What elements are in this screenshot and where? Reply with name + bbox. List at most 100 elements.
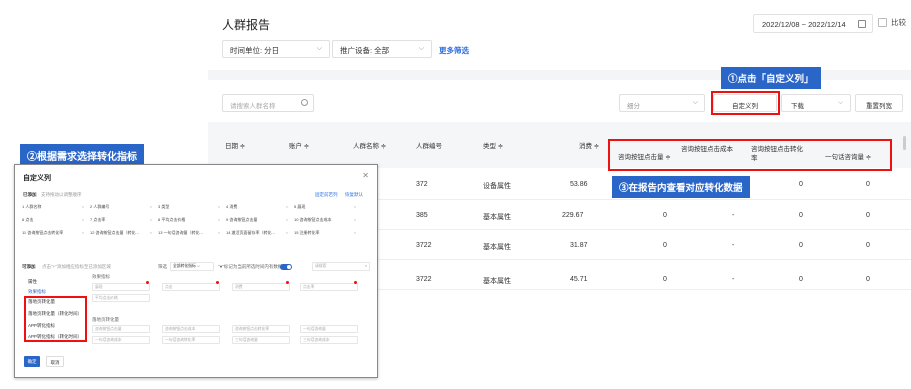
remove-icon[interactable]: × [354,204,356,209]
remove-icon[interactable]: × [218,204,220,209]
col-spend[interactable]: 消费 ≑ [579,140,599,150]
segment-select[interactable]: 细分 ⌵ [619,94,705,112]
cell-type: 基本属性 [483,278,511,285]
filter-value: 全部转化指标 [173,264,196,268]
metric-category-item[interactable]: 效果指标 [28,289,46,295]
remove-icon[interactable]: × [218,217,220,222]
metric-option[interactable]: 点击率 [300,283,358,291]
filter-label: 筛选 [158,264,167,269]
col-account[interactable]: 账户 ≑ [289,140,309,150]
added-column-chip[interactable]: 13 一句话咨询量（转化... × [158,230,222,237]
audience-search-input[interactable]: 请搜索人群名称 [222,94,314,112]
added-column-chip[interactable]: 14 激活页面留存率（转化... × [226,230,290,237]
metric-option[interactable]: 一句话咨询成本 [92,336,150,344]
remove-icon[interactable]: × [286,230,288,235]
metric-category-item[interactable]: APP转化指标（转化时间） [28,334,82,340]
remove-icon[interactable]: × [218,230,220,235]
table-header [208,122,911,168]
device-select[interactable]: 推广设备: 全部 ⌵ [332,40,432,58]
col-audience-name[interactable]: 人群名称 ≑ [353,140,386,150]
pin-columns-link[interactable]: 固定前若列 [315,192,338,198]
cell-type: 设备属性 [483,183,511,190]
cell-consult-cost: - [732,212,735,219]
metric-option[interactable]: 展现 [92,283,150,291]
segment-placeholder: 细分 [627,103,640,110]
remove-icon[interactable]: × [150,230,152,235]
added-column-chip[interactable]: 7 点击率 × [90,217,154,224]
conversion-filter-select[interactable]: 全部转化指标 ⌵ [170,262,214,271]
col-consult-rate[interactable]: 咨询按钮点击转化率 [751,145,803,163]
metric-option[interactable]: 点击 [162,283,220,291]
metric-option[interactable]: 一句话咨询量 [300,325,358,333]
added-label: 已添加 [23,192,37,197]
added-column-chip[interactable]: 15 注册转化率 × [294,230,358,237]
metric-option[interactable]: 咨询按钮点击转化率 [232,325,290,333]
col-consult-clicks[interactable]: 咨询按钮点击量 ≑ [618,151,671,161]
remove-icon[interactable]: × [286,204,288,209]
cell-one-sentence: 0 [866,276,870,283]
added-column-chip[interactable]: 2 人群编号 × [90,204,154,211]
added-column-chip[interactable]: 1 人群名称 × [22,204,86,211]
metric-option[interactable]: 三句话咨询量 [232,336,290,344]
added-column-chip[interactable]: 12 咨询按钮点击量（转化... × [90,230,154,237]
metric-option[interactable]: 咨询按钮点击成本 [162,325,220,333]
date-range-picker[interactable]: 2022/12/08 ~ 2022/12/14 [753,14,873,33]
metric-category-item[interactable]: 属性 [28,279,37,285]
more-filters-link[interactable]: 更多筛选 [439,45,469,56]
cell-type: 基本属性 [483,244,511,251]
cell-consult-rate: 0 [799,276,803,283]
chip-label: 7 点击率 [90,217,106,222]
metric-option[interactable]: 一句话咨询转化率 [162,336,220,344]
remove-icon[interactable]: × [82,230,84,235]
dialog-search-placeholder: 请搜索 [315,264,327,268]
custom-columns-button[interactable]: 自定义列 [713,94,777,112]
cell-one-sentence: 0 [866,242,870,249]
remove-icon[interactable]: × [150,204,152,209]
cell-consult-rate: 0 [799,212,803,219]
metric-option[interactable]: 咨询按钮点击量 [92,325,150,333]
metric-option[interactable]: 平均点击价格 [92,294,150,302]
remove-icon[interactable]: × [354,217,356,222]
restore-default-link[interactable]: 恢复默认 [345,192,363,198]
remove-icon[interactable]: × [82,204,84,209]
metric-option[interactable]: 消费 [232,283,290,291]
dialog-search-input[interactable]: 请搜索 ⌕ [312,262,370,271]
optional-hint: 点击"+"添加相应指标至已添加区域 [42,264,111,269]
horizontal-scrollbar[interactable] [903,136,906,150]
remove-icon[interactable]: × [150,217,152,222]
added-column-chip[interactable]: 11 咨询按钮点击转化率 × [22,230,86,237]
metric-category-item[interactable]: APP转化指标 [28,323,55,329]
added-column-chip[interactable]: 6 点击 × [22,217,86,224]
remove-icon[interactable]: × [286,217,288,222]
group-effect-title: 效果指标 [92,274,110,279]
col-type[interactable]: 类型 ≑ [483,140,503,150]
cell-one-sentence: 0 [866,212,870,219]
remove-icon[interactable]: × [354,230,356,235]
added-column-chip[interactable]: 3 类型 × [158,204,222,211]
metric-option[interactable]: 三句话咨询成本 [300,336,358,344]
optional-label: 可添加 [22,264,36,269]
chip-label: 10 咨询按钮点击成本 [294,217,332,222]
added-column-chip[interactable]: 9 咨询按钮点击量 × [226,217,290,224]
added-column-chip[interactable]: 8 平均点击价格 × [158,217,222,224]
has-data-toggle[interactable] [280,264,292,270]
time-unit-select[interactable]: 时间单位: 分日 ⌵ [222,40,330,58]
confirm-button[interactable]: 确定 [24,356,40,367]
has-data-dot [216,281,219,284]
added-column-chip[interactable]: 10 咨询按钮点击成本 × [294,217,358,224]
reset-column-width-button[interactable]: 重置列宽 [855,94,903,112]
metric-category-item[interactable]: 落地页转化量 [28,299,55,305]
compare-checkbox[interactable] [878,18,887,27]
col-date[interactable]: 日期 ≑ [225,140,245,150]
cell-spend: 31.87 [570,242,588,249]
metric-category-item[interactable]: 落地页转化量（转化时间） [28,311,82,317]
download-select[interactable]: 下载 ⌵ [781,94,851,112]
remove-icon[interactable]: × [82,217,84,222]
added-column-chip[interactable]: 5 展现 × [294,204,358,211]
col-one-sentence[interactable]: 一句话咨询量 ≑ [825,151,871,161]
col-consult-cost[interactable]: 咨询按钮点击成本 [681,145,733,154]
cancel-button[interactable]: 取消 [46,356,64,367]
close-icon[interactable]: ✕ [362,171,369,180]
compare-toggle[interactable]: 比较 [878,17,906,28]
added-column-chip[interactable]: 4 消费 × [226,204,290,211]
